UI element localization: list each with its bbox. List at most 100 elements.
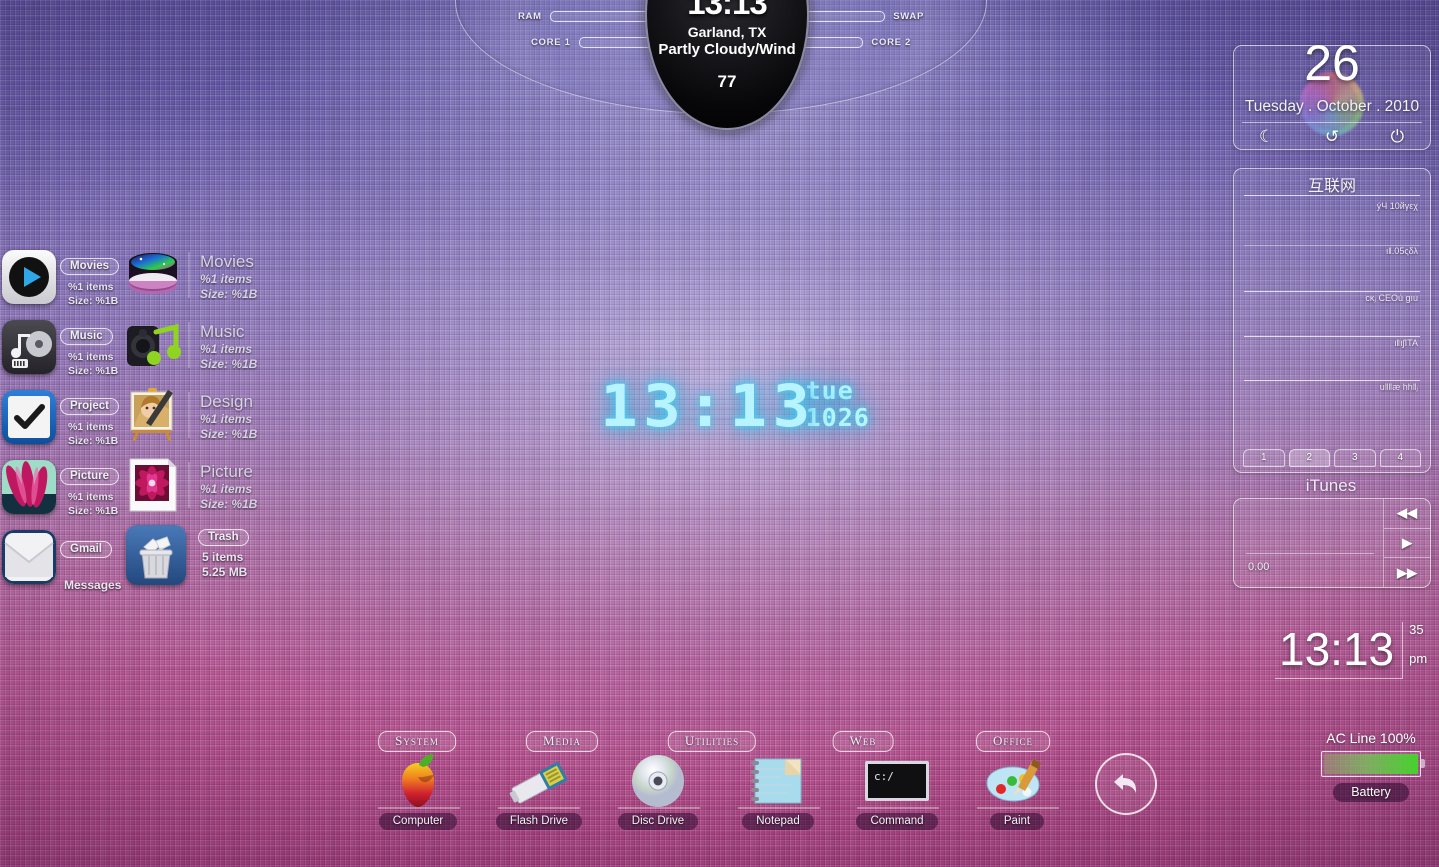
movies-reel-icon[interactable] [124, 248, 182, 306]
rss-page-2[interactable]: 2 [1288, 449, 1330, 467]
dock-item-command[interactable]: c:/ Command [843, 753, 951, 830]
sleep-icon[interactable]: ☾ [1255, 126, 1279, 148]
desktop-label-music: Music %1 items Size: %1B [200, 322, 257, 372]
digital-clock-meta: 35 pm [1403, 622, 1427, 666]
paint-palette-icon [963, 753, 1071, 809]
sysmon-core2-label: CORE 2 [871, 37, 911, 48]
desktop-pill-picture[interactable]: Picture [60, 468, 119, 485]
weather-temperature: 77 [717, 72, 737, 91]
desktop-right-items-picture: %1 items [200, 482, 253, 496]
digital-clock-widget: 13:13 35 pm [1275, 622, 1427, 679]
dock-label-command: Command [856, 813, 938, 830]
rss-divider [1244, 291, 1420, 292]
dock-item-paint[interactable]: Paint [963, 753, 1071, 830]
dock-label-computer: Computer [378, 813, 458, 830]
optical-disc-icon [604, 753, 712, 809]
checkmark-icon[interactable] [2, 390, 56, 444]
digital-clock-seconds: 35 [1409, 622, 1424, 637]
desktop-pill-project[interactable]: Project [60, 398, 119, 415]
dock-item-flash-drive[interactable]: Flash Drive [485, 753, 593, 830]
calendar-action-row: ☾ ↺ ⏻ [1234, 126, 1430, 148]
desktop-items-project: %1 items [68, 421, 114, 433]
rss-item[interactable]: u‖‖æ hh‖ⱼ [1380, 382, 1418, 393]
rss-item[interactable]: сκⱼ CEOú gıu [1365, 293, 1418, 304]
rss-divider [1244, 336, 1420, 337]
desktop-row-gmail: Gmail Messages Trash 5 items 5.25 MB [0, 524, 270, 594]
desktop-title-music: Music [200, 322, 245, 341]
dock-category-system[interactable]: System [378, 731, 456, 752]
play-button[interactable]: ▶ [1384, 527, 1430, 558]
dock-category-office[interactable]: Office [976, 731, 1050, 752]
desktop-trash-items: 5 items [202, 550, 244, 564]
dock-label-paint: Paint [989, 813, 1045, 830]
desktop-row-divider [188, 392, 190, 438]
weather-location: Garland, TX [687, 24, 767, 40]
desktop-right-items-movies: %1 items [200, 272, 253, 286]
rss-page-1[interactable]: 1 [1243, 449, 1285, 467]
rss-item[interactable]: ι‖ıʃITA [1394, 338, 1418, 348]
flower-photo-icon[interactable] [2, 460, 56, 514]
terminal-icon: c:/ [843, 753, 951, 809]
rss-title: 互联网 [1307, 178, 1356, 195]
dock-category-utilities[interactable]: Utilities [667, 731, 757, 752]
dock-category-web[interactable]: Web [832, 731, 894, 752]
restart-icon[interactable]: ↺ [1320, 126, 1344, 148]
calendar-day-number: 26 [1304, 35, 1360, 91]
rss-feed-widget: 互联网 ýЧ 10йγεχ ι‖.05ςδλ сκⱼ CEOú gıu ι‖ı… [1233, 168, 1431, 473]
previous-track-button[interactable]: ◀◀ [1384, 499, 1430, 528]
rss-item[interactable]: ι‖.05ςδλ [1386, 246, 1418, 256]
dock-label-notepad: Notepad [742, 813, 814, 830]
desktop-pill-trash[interactable]: Trash [198, 529, 249, 546]
lcd-clock-widget: 13:13 tue 1026 [600, 371, 870, 440]
itunes-progress-track[interactable] [1246, 553, 1374, 554]
desktop-size-music: Size: %1B [68, 365, 119, 377]
desktop-items-music: %1 items [68, 351, 114, 363]
sysmon-core1-label: CORE 1 [531, 37, 571, 48]
desktop-size-picture: Size: %1B [68, 505, 119, 517]
calendar-date-string: Tuesday . October . 2010 [1244, 98, 1420, 115]
easel-painting-icon[interactable] [124, 386, 182, 444]
speaker-note-icon[interactable] [124, 318, 182, 376]
music-note-icon[interactable] [2, 320, 56, 374]
dock-item-notepad[interactable]: Notepad [724, 753, 832, 830]
lcd-clock-time: 13:13 [600, 371, 816, 440]
weather-condition: Partly Cloudy/Wind [658, 41, 796, 58]
desktop-size-project: Size: %1B [68, 435, 119, 447]
sysmon-ram-label: RAM [518, 11, 542, 22]
desktop-pill-movies[interactable]: Movies [60, 258, 119, 275]
desktop-row-music: Music %1 items Size: %1B Music %1 items … [0, 314, 270, 384]
dock: System Media Utilities Web Office Comput… [0, 731, 1439, 831]
desktop-pill-music[interactable]: Music [60, 328, 113, 345]
desktop-right-items-design: %1 items [200, 412, 253, 426]
play-button-icon[interactable] [2, 250, 56, 304]
dock-label-flash-drive: Flash Drive [495, 813, 583, 830]
desktop-pill-gmail[interactable]: Gmail [60, 541, 112, 558]
dock-item-disc-drive[interactable]: Disc Drive [604, 753, 712, 830]
power-icon[interactable]: ⏻ [1385, 126, 1409, 148]
desktop-row-divider [188, 462, 190, 508]
svg-text:c:/: c:/ [874, 770, 894, 783]
photo-print-icon[interactable] [124, 456, 182, 514]
trash-can-icon[interactable] [126, 525, 186, 585]
desktop-right-size-movies: Size: %1B [200, 287, 258, 301]
rss-divider [1244, 380, 1420, 381]
next-track-button[interactable]: ▶▶ [1384, 557, 1430, 587]
desktop-row-project: Project %1 items Size: %1B Design %1 ite… [0, 384, 270, 454]
desktop-row-movies: Movies %1 items Size: %1B Movies %1 item… [0, 244, 270, 314]
desktop-label-design: Design %1 items Size: %1B [200, 392, 257, 442]
sysmon-swap-label: SWAP [893, 11, 924, 22]
desktop-right-size-design: Size: %1B [200, 427, 258, 441]
calendar-divider [1242, 122, 1422, 123]
dock-category-media[interactable]: Media [525, 731, 599, 752]
desktop-right-size-music: Size: %1B [200, 357, 258, 371]
itunes-title: iTunes [1305, 476, 1357, 495]
rss-pagination: 1 2 3 4 [1243, 449, 1421, 467]
rss-page-4[interactable]: 4 [1379, 449, 1421, 467]
dock-item-computer[interactable]: Computer [364, 753, 472, 830]
rss-page-3[interactable]: 3 [1334, 449, 1376, 467]
back-arrow-icon[interactable] [1095, 753, 1157, 815]
envelope-icon[interactable] [2, 530, 56, 584]
desktop-row-divider [188, 322, 190, 368]
itunes-widget: 0.00 ◀◀ ▶ ▶▶ [1233, 498, 1431, 588]
rss-item[interactable]: ýЧ 10йγεχ [1377, 201, 1418, 211]
